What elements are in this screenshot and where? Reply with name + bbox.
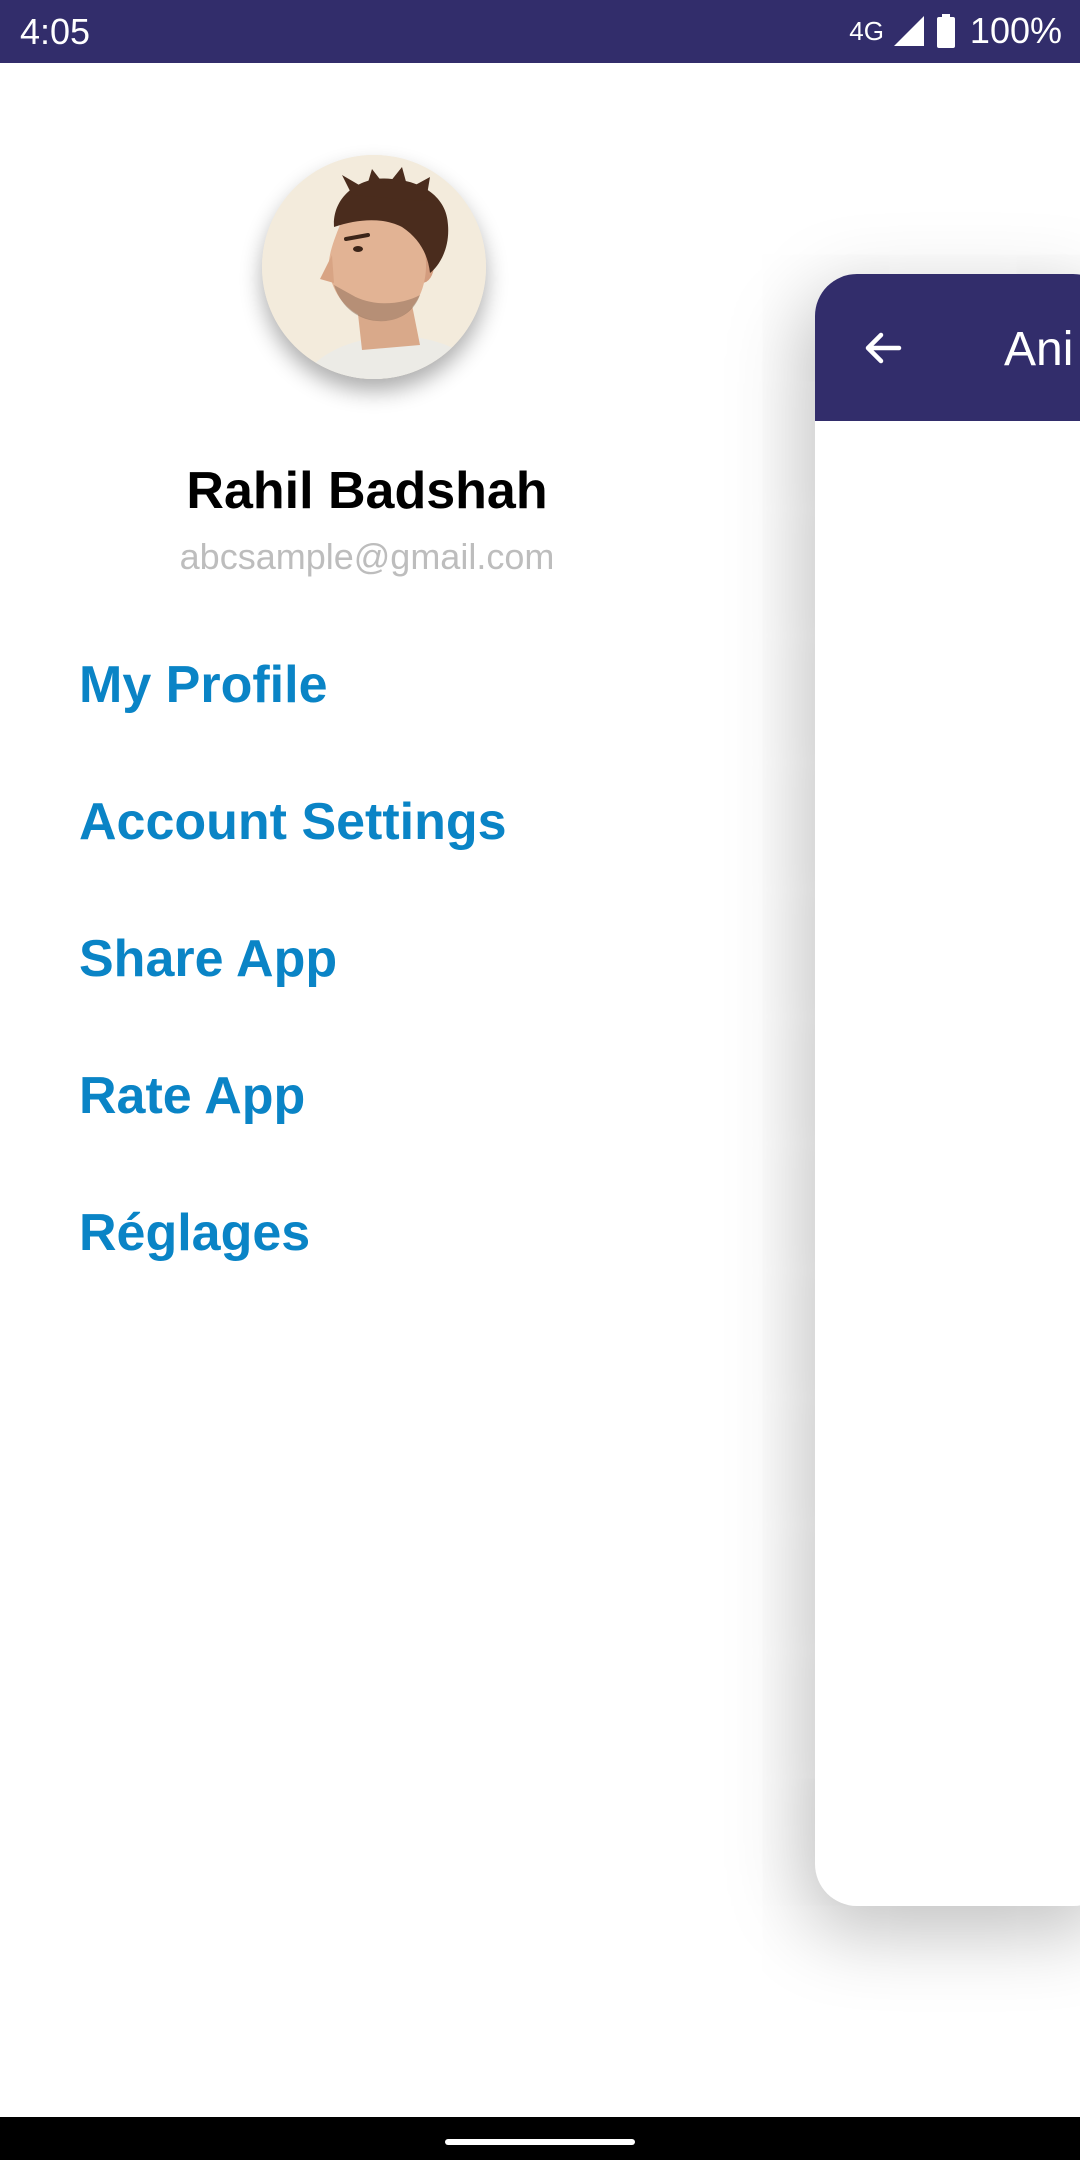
- system-nav-bar: [0, 2117, 1080, 2160]
- user-name: Rahil Badshah: [186, 462, 548, 520]
- battery-percentage: 100%: [969, 10, 1062, 51]
- card-title: Ani: [1004, 323, 1074, 376]
- signal-icon: [893, 16, 924, 46]
- main-content-card[interactable]: Ani: [815, 274, 1080, 1906]
- drawer-menu: My Profile Account Settings Share App Ra…: [79, 655, 507, 1340]
- card-toolbar: Ani: [815, 274, 1080, 421]
- navigation-drawer: Rahil Badshah abcsample@gmail.com My Pro…: [0, 63, 760, 2117]
- status-bar: 4:05 4G 100%: [0, 0, 1080, 63]
- menu-item-reglages[interactable]: Réglages: [79, 1203, 507, 1340]
- arrow-left-icon[interactable]: [859, 324, 907, 372]
- status-time: 4:05: [20, 11, 91, 52]
- user-email: abcsample@gmail.com: [179, 536, 555, 577]
- home-indicator[interactable]: [445, 2139, 635, 2145]
- avatar[interactable]: [262, 155, 486, 379]
- status-indicators: 4G 100%: [849, 8, 1062, 54]
- menu-item-my-profile[interactable]: My Profile: [79, 655, 507, 792]
- avatar-image: [262, 155, 486, 379]
- menu-item-share-app[interactable]: Share App: [79, 929, 507, 1066]
- menu-item-rate-app[interactable]: Rate App: [79, 1066, 507, 1203]
- network-type-label: 4G: [849, 15, 884, 46]
- menu-item-account-settings[interactable]: Account Settings: [79, 792, 507, 929]
- battery-icon: [936, 14, 955, 48]
